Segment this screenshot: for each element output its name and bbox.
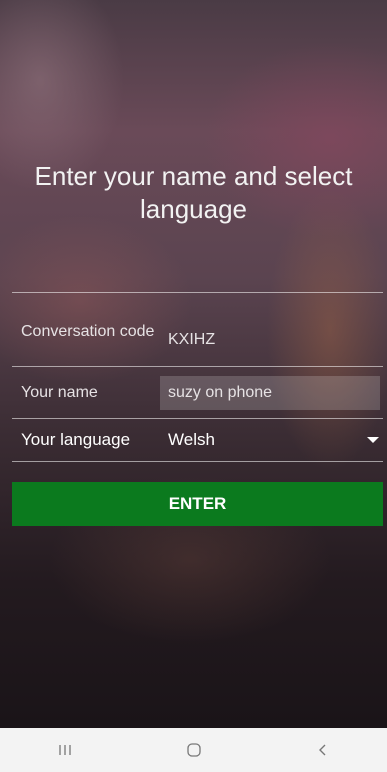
home-icon	[186, 743, 201, 757]
conversation-code-value: KXIHZ	[168, 330, 216, 348]
system-nav-bar	[0, 728, 387, 772]
conversation-code-row: Conversation code KXIHZ	[12, 292, 383, 366]
home-button[interactable]	[164, 728, 224, 772]
language-select[interactable]: Welsh	[160, 418, 383, 462]
enter-button[interactable]: ENTER	[12, 482, 383, 526]
language-label: Your language	[21, 430, 131, 449]
join-form: Conversation code KXIHZ Your name Your l…	[12, 292, 383, 462]
back-button[interactable]	[293, 728, 353, 772]
conversation-code-label: Conversation code	[21, 322, 155, 340]
recent-apps-icon	[58, 745, 71, 755]
recent-apps-button[interactable]	[35, 728, 95, 772]
dropdown-arrow-icon	[367, 437, 379, 443]
language-selected-value: Welsh	[168, 430, 215, 449]
language-row: Your language Welsh	[12, 418, 383, 462]
page-title: Enter your name and select language	[34, 161, 353, 224]
back-icon	[318, 744, 325, 756]
name-row: Your name	[12, 366, 383, 418]
name-label: Your name	[21, 383, 98, 401]
name-input[interactable]	[160, 375, 380, 410]
